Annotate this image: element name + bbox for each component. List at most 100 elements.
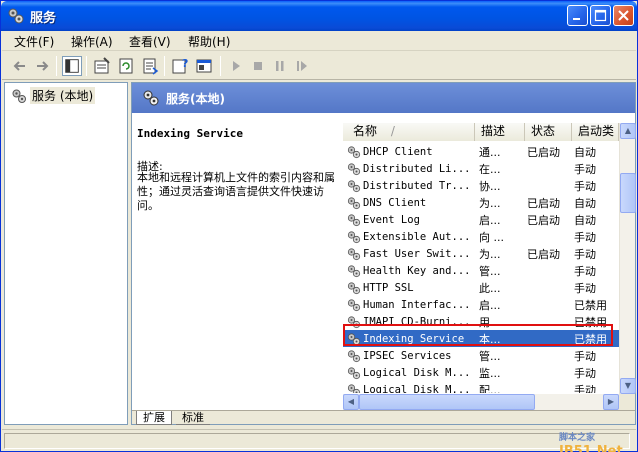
- properties-icon[interactable]: [92, 56, 112, 76]
- forward-icon[interactable]: [32, 56, 52, 76]
- status-bar: [2, 429, 636, 451]
- table-row[interactable]: Event Log 启... 已启动 自动: [343, 211, 619, 228]
- service-status-cell: 已启动: [527, 247, 560, 261]
- column-header-status[interactable]: 状态: [525, 123, 572, 141]
- tree-item-services-local[interactable]: 服务 (本地): [11, 87, 96, 104]
- service-description-cell: 向 ...: [479, 230, 504, 244]
- toolbar-separator: [56, 56, 57, 76]
- close-button[interactable]: [613, 5, 634, 26]
- table-row[interactable]: Indexing Service 本... 已禁用: [343, 330, 619, 347]
- column-name-label: 名称: [353, 124, 378, 138]
- table-row[interactable]: Health Key and... 管... 手动: [343, 262, 619, 279]
- service-startup-cell: 自动: [574, 213, 596, 227]
- service-startup-cell: 手动: [574, 349, 596, 363]
- services-list: 名称 / 描述 状态 启动类 DHCP Client 通... 已启动 自动 Distr…: [343, 113, 636, 410]
- menu-help[interactable]: 帮助(H): [188, 33, 230, 50]
- refresh-icon[interactable]: [116, 56, 136, 76]
- minimize-button[interactable]: [567, 5, 588, 26]
- menu-file[interactable]: 文件(F): [14, 33, 54, 50]
- restart-service-icon[interactable]: [292, 56, 312, 76]
- list-header: 名称 / 描述 状态 启动类: [343, 123, 619, 141]
- column-header-description[interactable]: 描述: [475, 123, 525, 141]
- service-name-cell: Health Key and...: [343, 264, 475, 278]
- service-name-label: DNS Client: [363, 196, 427, 209]
- menu-bar: 文件(F) 操作(A) 查看(V) 帮助(H): [2, 31, 636, 51]
- service-gear-icon: [347, 366, 361, 379]
- service-name-cell: Logical Disk M...: [343, 366, 475, 380]
- table-row[interactable]: IMAPI CD-Burni... 用... 已禁用: [343, 313, 619, 330]
- service-description-cell: 管...: [479, 349, 501, 363]
- service-name-cell: DHCP Client: [343, 145, 475, 159]
- close-icon: [618, 10, 629, 21]
- table-row[interactable]: IPSEC Services 管... 手动: [343, 347, 619, 364]
- export-list-icon[interactable]: [140, 56, 160, 76]
- service-description-cell: 监...: [479, 366, 501, 380]
- service-gear-icon: [347, 264, 361, 277]
- service-startup-cell: 手动: [574, 264, 596, 278]
- service-startup-cell: 已禁用: [574, 315, 607, 329]
- service-startup-cell: 自动: [574, 145, 596, 159]
- service-gear-icon: [347, 247, 361, 260]
- service-startup-cell: 手动: [574, 230, 596, 244]
- service-startup-cell: 手动: [574, 162, 596, 176]
- service-description-cell: 配...: [479, 383, 501, 394]
- pause-service-icon[interactable]: [270, 56, 290, 76]
- services-rows: DHCP Client 通... 已启动 自动 Distributed Li... 在..…: [343, 141, 619, 393]
- service-description-cell: 管...: [479, 264, 501, 278]
- toolbar: ?: [2, 52, 636, 80]
- start-service-icon[interactable]: [226, 56, 246, 76]
- toolbar-separator: [220, 56, 221, 76]
- details-header-title: 服务(本地): [166, 92, 225, 106]
- menu-action[interactable]: 操作(A): [71, 33, 113, 50]
- service-gear-icon: [347, 298, 361, 311]
- table-row[interactable]: Extensible Aut... 向 ... 手动: [343, 228, 619, 245]
- service-status-cell: 已启动: [527, 196, 560, 210]
- column-header-name[interactable]: 名称 /: [343, 123, 475, 141]
- table-row[interactable]: Logical Disk M... 监... 手动: [343, 364, 619, 381]
- service-status-cell: 已启动: [527, 145, 560, 159]
- table-row[interactable]: Human Interfac... 启... 已禁用: [343, 296, 619, 313]
- stop-service-icon[interactable]: [248, 56, 268, 76]
- table-row[interactable]: Distributed Tr... 协... 手动: [343, 177, 619, 194]
- table-row[interactable]: HTTP SSL 此... 手动: [343, 279, 619, 296]
- table-row[interactable]: Logical Disk M... 配... 手动: [343, 381, 619, 393]
- maximize-button[interactable]: [590, 5, 611, 26]
- show-tree-icon[interactable]: [62, 56, 82, 76]
- tab-extended[interactable]: 扩展: [136, 411, 172, 425]
- horizontal-scrollbar[interactable]: ◀ ▶: [343, 394, 619, 410]
- horizontal-scroll-thumb[interactable]: [359, 394, 535, 410]
- window-title: 服务: [30, 11, 57, 26]
- back-icon[interactable]: [10, 56, 30, 76]
- service-name-cell: Event Log: [343, 213, 475, 227]
- service-gear-icon: [347, 315, 361, 328]
- console-tree: 服务 (本地): [4, 82, 128, 425]
- help-icon[interactable]: ?: [170, 56, 190, 76]
- table-row[interactable]: DNS Client 为... 已启动 自动: [343, 194, 619, 211]
- scroll-down-button[interactable]: ▼: [620, 378, 636, 394]
- watermark-sub: 脚本之家: [559, 433, 596, 443]
- service-description-cell: 为...: [479, 196, 501, 210]
- show-hide-console-icon[interactable]: [194, 56, 214, 76]
- scroll-right-button[interactable]: ▶: [603, 394, 619, 410]
- scroll-up-button[interactable]: ▲: [620, 123, 636, 139]
- service-gear-icon: [347, 281, 361, 294]
- tab-standard[interactable]: 标准: [176, 411, 210, 425]
- service-name-cell: IPSEC Services: [343, 349, 475, 363]
- vertical-scrollbar[interactable]: ▲ ▼: [619, 123, 636, 394]
- table-row[interactable]: DHCP Client 通... 已启动 自动: [343, 143, 619, 160]
- column-header-startup-type[interactable]: 启动类: [572, 123, 619, 141]
- scroll-left-button[interactable]: ◀: [343, 394, 359, 410]
- table-row[interactable]: Fast User Swit... 为... 已启动 手动: [343, 245, 619, 262]
- vertical-scroll-thumb[interactable]: [620, 173, 636, 213]
- view-tabs: 扩展 标准: [132, 410, 635, 425]
- menu-view[interactable]: 查看(V): [129, 33, 171, 50]
- service-name-cell: Distributed Tr...: [343, 179, 475, 193]
- service-startup-cell: 已禁用: [574, 298, 607, 312]
- service-description-cell: 本...: [479, 332, 501, 346]
- title-bar[interactable]: 服务: [1, 1, 637, 31]
- service-name-label: Event Log: [363, 213, 420, 226]
- service-name-cell: DNS Client: [343, 196, 475, 210]
- table-row[interactable]: Distributed Li... 在... 手动: [343, 160, 619, 177]
- service-name-cell: Indexing Service: [343, 332, 475, 346]
- service-name-label: DHCP Client: [363, 145, 433, 158]
